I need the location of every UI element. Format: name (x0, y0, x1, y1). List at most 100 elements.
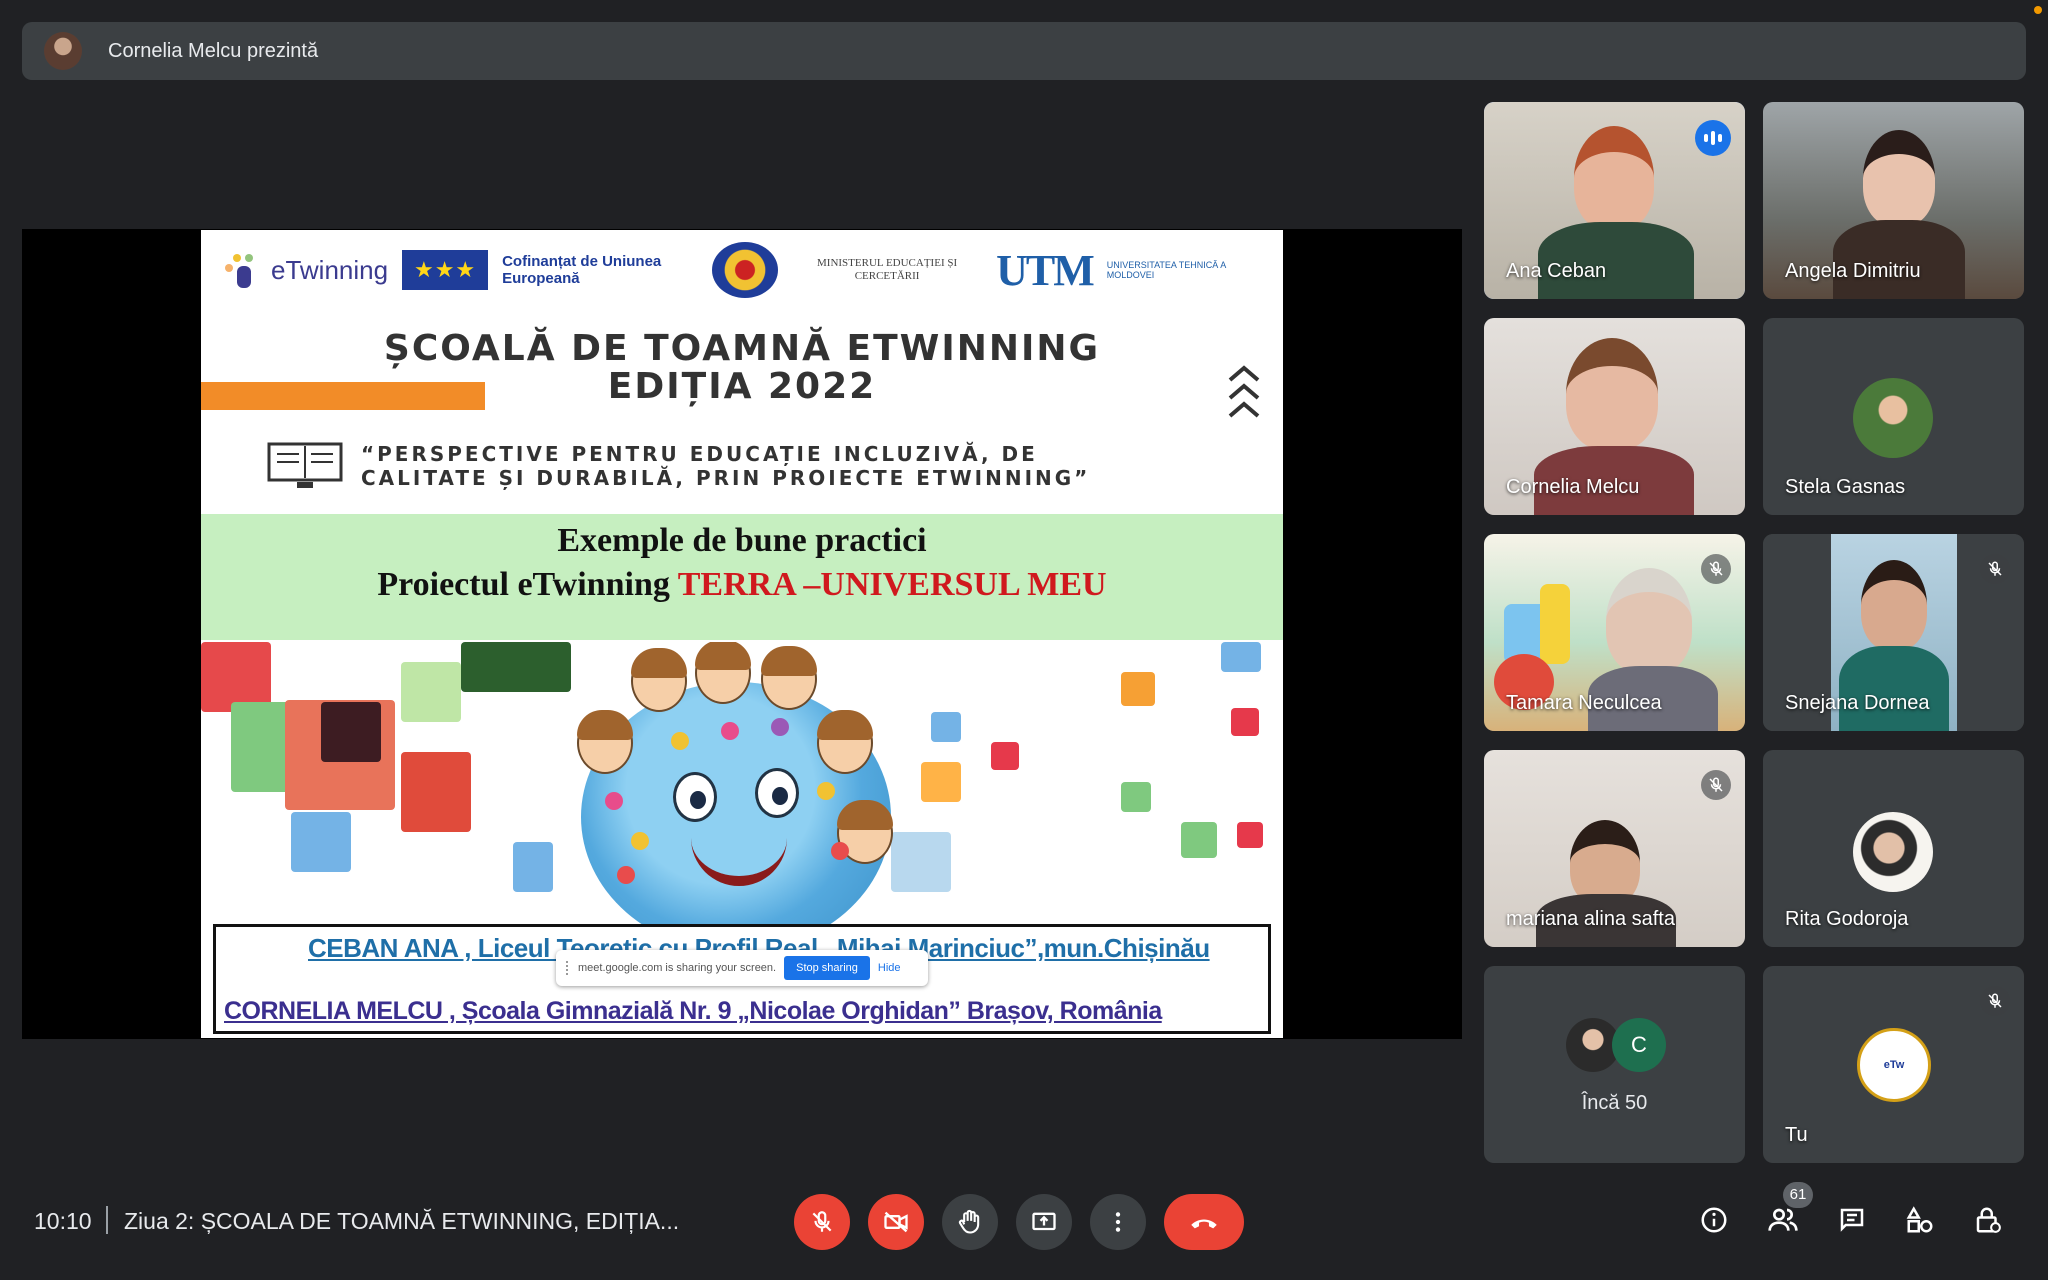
participant-tile-angela-dimitriu[interactable]: Angela Dimitriu (1763, 102, 2024, 299)
project-prefix: Proiectul eTwinning (377, 566, 678, 603)
child-figure (577, 710, 633, 774)
cartoon-pencil (1540, 584, 1570, 664)
screen-share-notice: meet.google.com is sharing your screen. … (556, 950, 928, 986)
divider (106, 1206, 108, 1234)
deco-square (931, 712, 961, 742)
participant-count-badge: 61 (1783, 1182, 1813, 1208)
camera-toggle-button[interactable] (868, 1194, 924, 1250)
orange-accent-bar (201, 382, 485, 410)
chat-icon (1840, 1208, 1864, 1232)
present-screen-button[interactable] (1016, 1194, 1072, 1250)
participant-name: Ana Ceban (1506, 260, 1607, 282)
participant-face (1566, 338, 1658, 450)
mic-off-icon (1980, 986, 2010, 1016)
activities-button[interactable] (1898, 1198, 1942, 1242)
child-figure (817, 710, 873, 774)
flower (831, 842, 849, 860)
deco-square (513, 842, 553, 892)
etwinning-mark-icon (221, 250, 265, 290)
project-heading: Proiectul eTwinning TERRA –UNIVERSUL MEU (201, 562, 1283, 608)
participant-tile-cornelia-melcu[interactable]: Cornelia Melcu (1484, 318, 1745, 515)
hide-button[interactable]: Hide (878, 962, 901, 974)
flower (617, 866, 635, 884)
more-options-button[interactable] (1090, 1194, 1146, 1250)
shared-slide: eTwinning ★★★ Cofinanțat de Uniunea Euro… (201, 230, 1283, 1038)
participant-name: mariana alina safta (1506, 908, 1675, 930)
more-participants-tile[interactable]: C Încă 50 (1484, 966, 1745, 1163)
participant-name: Stela Gasnas (1785, 476, 1906, 498)
end-call-icon (1191, 1219, 1217, 1229)
host-controls-button[interactable] (1966, 1198, 2010, 1242)
deco-square (1221, 642, 1261, 672)
info-icon (1701, 1207, 1727, 1233)
leave-call-button[interactable] (1164, 1194, 1244, 1250)
more-participants-label: Încă 50 (1581, 1092, 1648, 1114)
share-message: meet.google.com is sharing your screen. (578, 962, 777, 974)
flower (771, 718, 789, 736)
participant-tile-tamara-neculcea[interactable]: Tamara Neculcea (1484, 534, 1745, 731)
globe-eye (755, 768, 799, 818)
speaking-indicator-icon (1695, 120, 1731, 156)
raise-hand-button[interactable] (942, 1194, 998, 1250)
meeting-info-button[interactable] (1692, 1198, 1736, 1242)
participant-avatar (1853, 812, 1933, 892)
child-figure (631, 648, 687, 712)
drag-handle-icon[interactable] (566, 961, 570, 975)
participant-tile-rita-godoroja[interactable]: Rita Godoroja (1763, 750, 2024, 947)
etwinning-logo-text: eTwinning (271, 254, 389, 285)
participant-name: Tamara Neculcea (1506, 692, 1662, 714)
participant-name: Tu (1785, 1124, 1808, 1146)
globe-eye (673, 772, 717, 822)
participant-tile-stela-gasnas[interactable]: Stela Gasnas (1763, 318, 2024, 515)
flower (605, 792, 623, 810)
deco-square (401, 752, 471, 832)
slide-title-line1: ȘCOALĂ DE TOAMNĂ ETWINNING (383, 328, 1101, 369)
participant-face (1606, 568, 1692, 674)
child-figure (695, 642, 751, 704)
slide-subtitle: “PERSPECTIVE PENTRU EDUCAȚIE INCLUZIVĂ, … (361, 442, 1241, 490)
eu-flag-icon: ★★★ (402, 250, 489, 290)
deco-square (291, 812, 351, 872)
participant-tile-mariana-alina-safta[interactable]: mariana alina safta (1484, 750, 1745, 947)
stop-sharing-button[interactable]: Stop sharing (784, 956, 870, 980)
recording-indicator-dot (2034, 6, 2042, 14)
participant-name: Cornelia Melcu (1506, 476, 1640, 498)
slide-logo-row: eTwinning ★★★ Cofinanțat de Uniunea Euro… (201, 230, 1283, 310)
deco-square (1237, 822, 1263, 848)
participant-tile-snejana-dornea[interactable]: Snejana Dornea (1763, 534, 2024, 731)
participant-torso (1839, 646, 1949, 731)
chevrons-up-icon (1228, 365, 1260, 418)
ministry-text: MINISTERUL EDUCAȚIEI ȘI CERCETĂRII (817, 257, 958, 282)
practice-heading: Exemple de bune practici (557, 522, 927, 559)
mic-off-icon (1980, 554, 2010, 584)
participant-name: Snejana Dornea (1785, 692, 1930, 714)
deco-square (1121, 672, 1155, 706)
presenter-avatar (44, 32, 82, 70)
chat-button[interactable] (1830, 1198, 1874, 1242)
presenter-label: Cornelia Melcu prezintă (108, 39, 319, 62)
deco-square (921, 762, 961, 802)
utm-logo: UTM (996, 245, 1095, 295)
credit-line-2: CORNELIA MELCU , Școala Gimnazială Nr. 9… (224, 997, 1162, 1025)
flower (721, 722, 739, 740)
child-figure (761, 646, 817, 710)
mic-off-icon (812, 1211, 832, 1232)
participant-face (1863, 130, 1935, 226)
self-tile[interactable]: eTw Tu (1763, 966, 2024, 1163)
flower (817, 782, 835, 800)
participant-tile-ana-ceban[interactable]: Ana Ceban (1484, 102, 1745, 299)
participant-face (1574, 126, 1654, 230)
practice-band: Exemple de bune practici Proiectul eTwin… (201, 514, 1283, 640)
slide-illustration (201, 642, 1283, 926)
participant-face (1861, 560, 1927, 650)
deco-square (891, 832, 951, 892)
activities-icon (1906, 1206, 1933, 1233)
deco-square (231, 702, 291, 792)
moldova-crest-icon (712, 242, 779, 298)
mic-toggle-button[interactable] (794, 1194, 850, 1250)
utm-text: UNIVERSITATEA TEHNICĂ A MOLDOVEI (1106, 260, 1226, 280)
meeting-title: Ziua 2: ȘCOALA DE TOAMNĂ ETWINNING, EDIȚ… (124, 1208, 680, 1234)
presentation-stage[interactable]: eTwinning ★★★ Cofinanțat de Uniunea Euro… (22, 229, 1462, 1039)
project-name: TERRA –UNIVERSUL MEU (677, 566, 1107, 603)
etwinning-moldova-avatar: eTw (1857, 1028, 1931, 1102)
